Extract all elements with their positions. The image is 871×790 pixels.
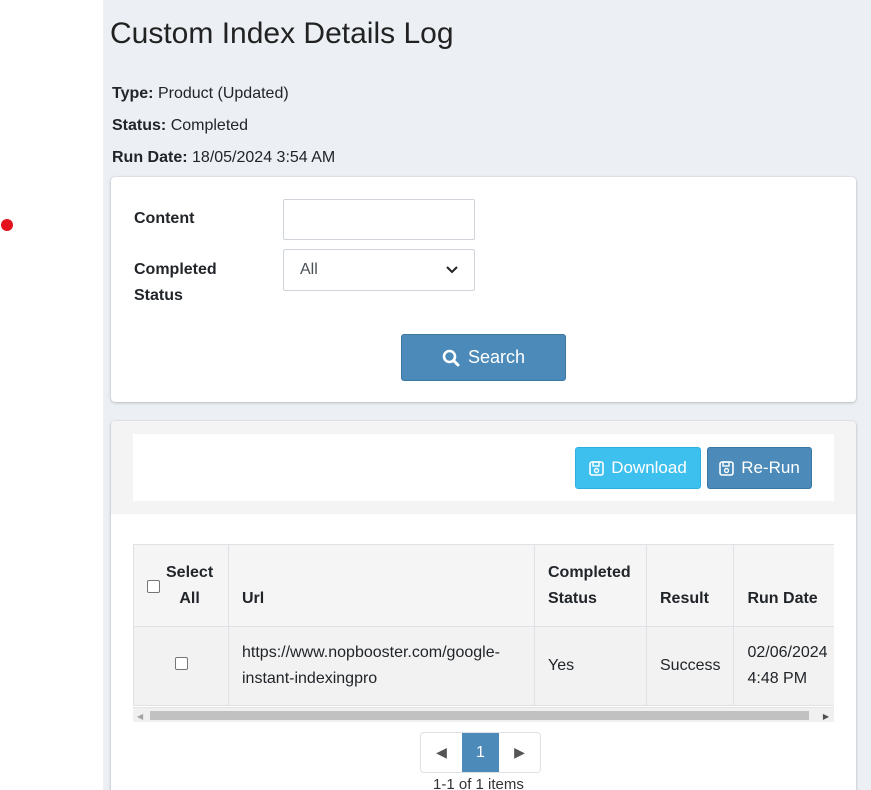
row-checkbox[interactable]	[174, 657, 188, 670]
table-row: https://www.nopbooster.com/google- insta…	[133, 626, 834, 706]
completed-status-label: Completed Status	[134, 257, 217, 309]
select-all-label-line2: All	[179, 590, 200, 607]
pagination: ◀ 1 ▶	[420, 732, 541, 773]
scroll-left-icon[interactable]: ◀	[137, 712, 143, 721]
rerun-button[interactable]: Re-Run	[707, 447, 812, 489]
chevron-down-icon	[446, 263, 458, 277]
floppy-disk-icon	[589, 460, 604, 476]
results-card: Download Re-Run Select All Url Completed…	[111, 421, 856, 790]
info-status: Status: Completed	[112, 117, 248, 135]
search-icon	[442, 349, 460, 366]
red-indicator-dot	[1, 219, 13, 231]
completed-status-selected: All	[300, 261, 318, 278]
completed-status-select[interactable]: All	[283, 249, 475, 291]
info-run-date-label: Run Date:	[112, 149, 188, 166]
search-button-label: Search	[467, 347, 526, 367]
header-select-all: Select All	[133, 544, 229, 627]
header-result[interactable]: Result	[645, 544, 735, 627]
row-run-date: 02/06/2024 4:48 PM	[733, 626, 834, 706]
search-card: Content Completed Status All Search	[111, 177, 856, 402]
row-run-date-line1: 02/06/2024	[747, 644, 828, 661]
table-header-row: Select All Url Completed Status Result R…	[133, 544, 834, 627]
page-button-current[interactable]: 1	[462, 733, 499, 772]
info-type-label: Type:	[112, 85, 154, 102]
header-run-date[interactable]: Run Date	[733, 544, 834, 627]
row-url: https://www.nopbooster.com/google- insta…	[228, 626, 535, 706]
row-result: Success	[645, 626, 735, 706]
pagination-info: 1-1 of 1 items	[433, 776, 524, 790]
info-type: Type: Product (Updated)	[112, 85, 289, 103]
row-run-date-line2: 4:48 PM	[747, 670, 808, 687]
row-completed-status: Yes	[534, 626, 647, 706]
toolbar: Download Re-Run	[133, 434, 834, 501]
rerun-button-label: Re-Run	[741, 458, 800, 477]
results-table-container: Select All Url Completed Status Result R…	[133, 544, 834, 722]
header-completed-status-line1: Completed	[548, 564, 631, 581]
main-content: Custom Index Details Log Type: Product (…	[103, 0, 871, 790]
prev-page-icon[interactable]: ◀	[421, 733, 462, 772]
row-select-cell	[133, 626, 229, 706]
horizontal-scrollbar[interactable]: ◀ ▶	[133, 707, 834, 722]
download-button[interactable]: Download	[575, 447, 701, 489]
content-label: Content	[134, 210, 195, 227]
info-run-date: Run Date: 18/05/2024 3:54 AM	[112, 149, 335, 167]
info-status-label: Status:	[112, 117, 167, 134]
download-button-label: Download	[611, 458, 687, 477]
info-run-date-value: 18/05/2024 3:54 AM	[192, 149, 336, 166]
select-all-checkbox[interactable]	[147, 579, 160, 593]
content-input[interactable]	[283, 199, 475, 240]
row-url-line1: https://www.nopbooster.com/google-	[242, 644, 500, 661]
next-page-icon[interactable]: ▶	[499, 733, 540, 772]
floppy-disk-icon	[719, 460, 735, 476]
header-completed-status-line2: Status	[548, 590, 597, 607]
scroll-right-icon[interactable]: ▶	[823, 712, 829, 721]
info-status-value: Completed	[170, 117, 249, 134]
header-completed-status[interactable]: Completed Status	[534, 544, 647, 627]
select-all-label-line1: Select	[166, 564, 214, 581]
header-url[interactable]: Url	[228, 544, 535, 627]
info-type-value: Product (Updated)	[157, 85, 289, 102]
search-button[interactable]: Search	[401, 334, 566, 381]
left-gutter	[0, 0, 103, 790]
completed-status-label-line2: Status	[134, 287, 183, 304]
completed-status-label-line1: Completed	[134, 261, 217, 278]
scrollbar-thumb[interactable]	[150, 711, 809, 720]
page-title: Custom Index Details Log	[110, 17, 454, 50]
row-url-line2: instant-indexingpro	[242, 670, 378, 687]
results-table: Select All Url Completed Status Result R…	[133, 544, 834, 706]
